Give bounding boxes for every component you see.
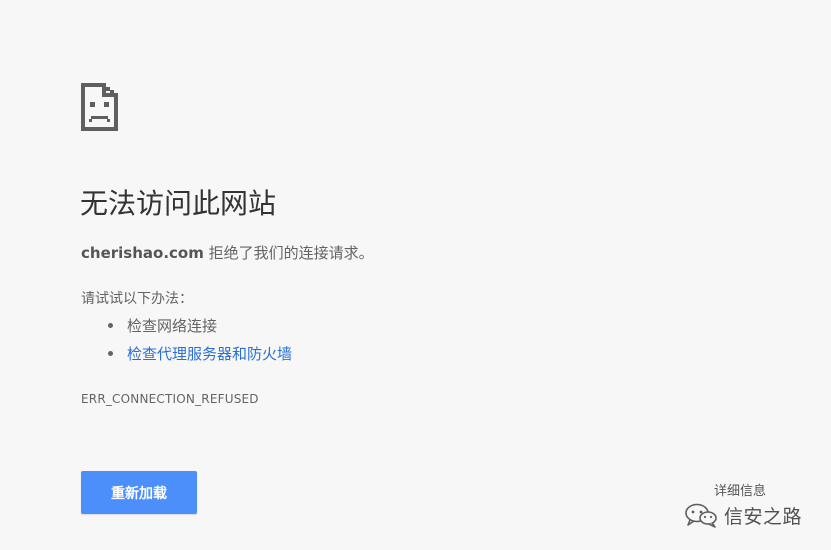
bullet-icon	[108, 323, 113, 328]
reload-button[interactable]: 重新加载	[81, 471, 197, 514]
suggestion-check-network: 检查网络连接	[81, 314, 292, 342]
sad-page-icon	[81, 83, 118, 131]
error-page: 无法访问此网站 cherishao.com 拒绝了我们的连接请求。 请试试以下办…	[0, 0, 831, 550]
wechat-icon	[685, 503, 717, 528]
error-code: ERR_CONNECTION_REFUSED	[81, 392, 259, 406]
host-name: cherishao.com	[81, 244, 204, 262]
error-message: cherishao.com 拒绝了我们的连接请求。	[81, 242, 374, 264]
suggestions-list: 检查网络连接 检查代理服务器和防火墙	[81, 314, 292, 370]
page-title: 无法访问此网站	[80, 187, 277, 220]
suggestion-label: 检查网络连接	[127, 317, 218, 335]
suggestion-check-proxy: 检查代理服务器和防火墙	[81, 342, 292, 370]
bullet-icon	[108, 351, 113, 356]
error-message-text: 拒绝了我们的连接请求。	[203, 244, 374, 262]
check-proxy-firewall-link[interactable]: 检查代理服务器和防火墙	[127, 345, 292, 363]
suggestions-heading: 请试试以下办法：	[81, 291, 193, 307]
details-button[interactable]: 详细信息	[714, 483, 766, 501]
watermark: 信安之路	[684, 500, 802, 530]
watermark-text: 信安之路	[724, 505, 803, 528]
